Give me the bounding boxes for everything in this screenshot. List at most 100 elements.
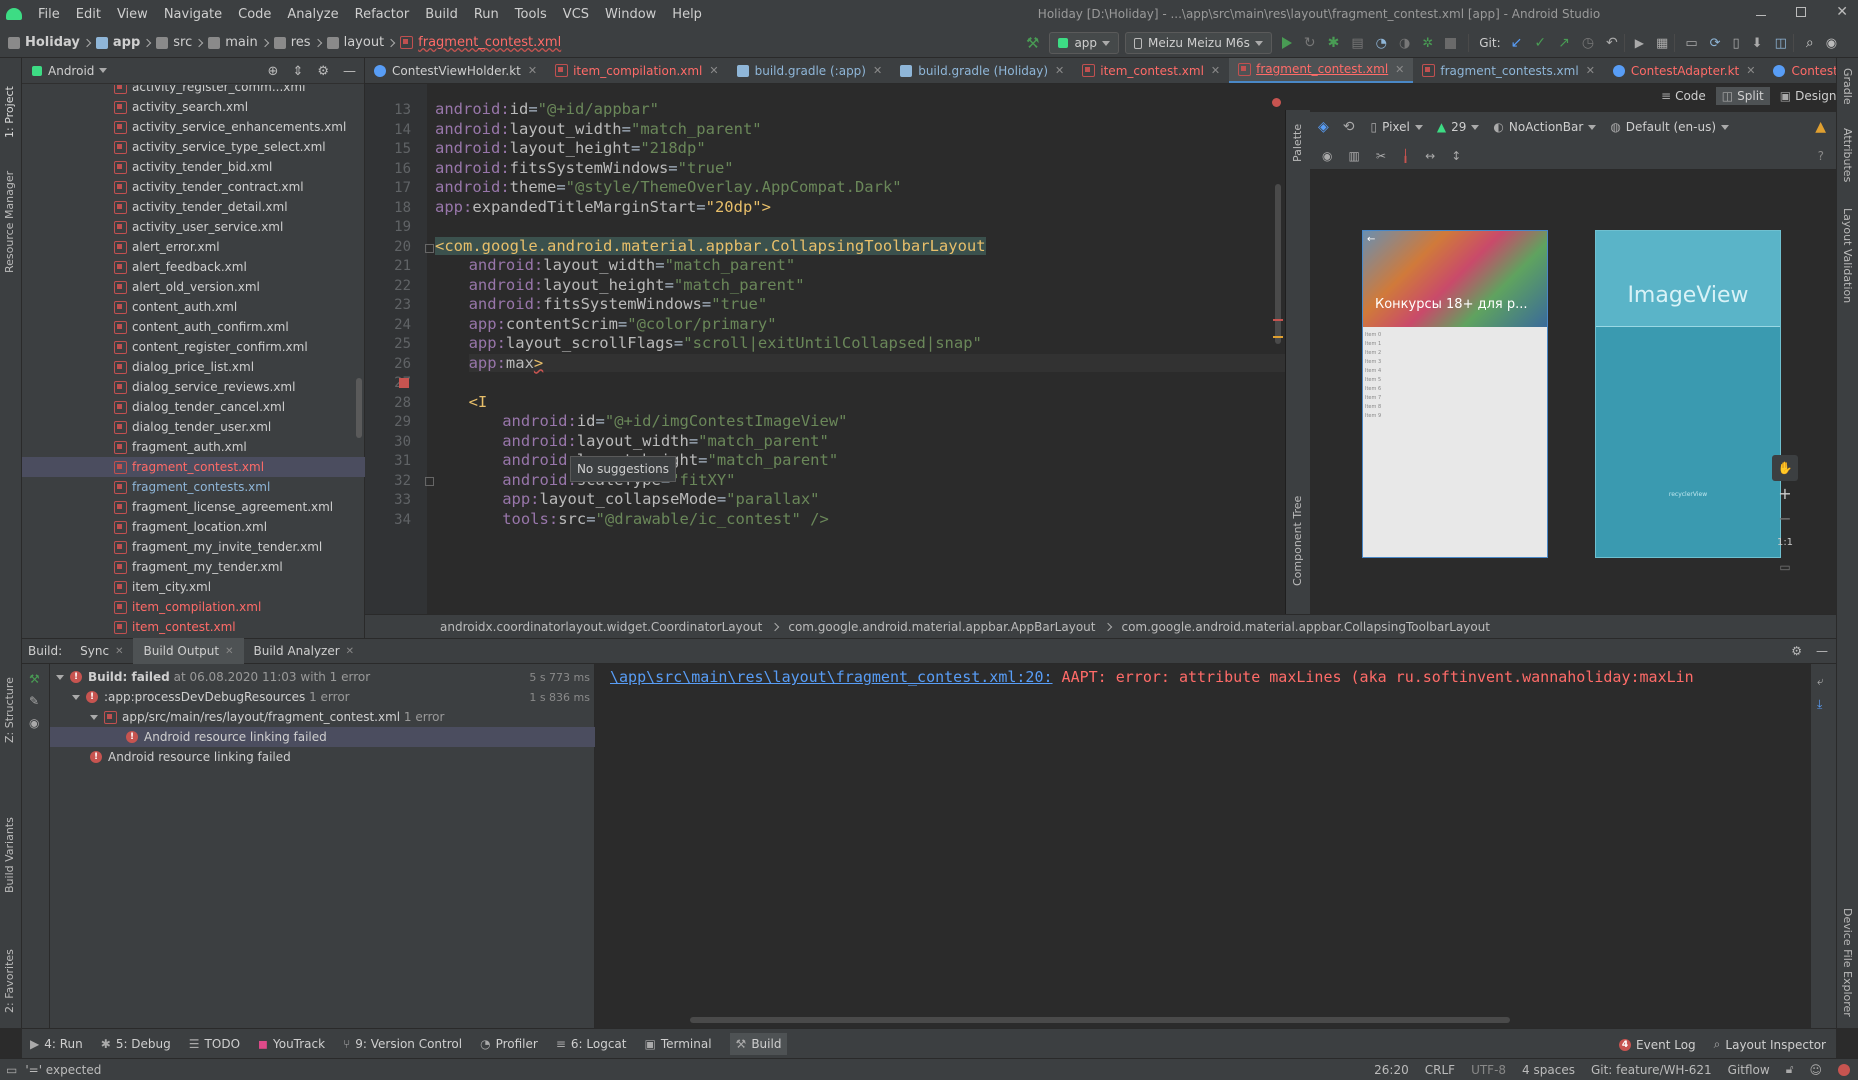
status-panel-icon[interactable]: ▭ [6,1063,17,1077]
file-tree-item[interactable]: dialog_tender_cancel.xml [22,397,365,417]
line-separator[interactable]: CRLF [1425,1063,1455,1077]
git-commit-icon[interactable]: ✓ [1534,35,1546,51]
split-mode-button[interactable]: ◫ Split [1715,87,1770,105]
file-tree-item[interactable]: content_auth_confirm.xml [22,317,365,337]
history-icon[interactable]: ◷ [1582,35,1594,51]
git-push-icon[interactable]: ↗ [1558,35,1570,51]
attributes-tool-button[interactable]: Attributes [1841,128,1854,182]
git-branch[interactable]: Git: feature/WH-621 [1591,1063,1712,1077]
file-tree-item[interactable]: dialog_service_reviews.xml [22,377,365,397]
build-output-console[interactable]: \app\src\main\res\layout\fragment_contes… [595,664,1811,1028]
profile-icon[interactable]: ◔ [1376,36,1387,51]
file-tree-item[interactable]: activity_register_comm...xml [22,85,365,97]
breadcrumb-holiday[interactable]: Holiday [25,35,80,50]
terminal-tool-button[interactable]: ▣ Terminal [644,1037,711,1051]
build-file-row[interactable]: app/src/main/res/layout/fragment_contest… [50,707,590,727]
close-tab-icon[interactable]: ✕ [346,646,354,657]
structure-tool-button[interactable]: Z: Structure [3,677,16,743]
stop-icon[interactable] [1445,37,1457,49]
coverage-icon[interactable]: ◑ [1399,36,1410,51]
gitflow-widget[interactable]: Gitflow [1728,1063,1770,1077]
layout-validation-tool-button[interactable]: Layout Validation [1841,208,1854,303]
debug-tool-button[interactable]: ✱ 5: Debug [101,1037,171,1051]
eye-icon[interactable]: ◉ [1322,149,1332,163]
gradle-tool-button[interactable]: Gradle [1841,68,1854,105]
menu-edit[interactable]: Edit [68,7,109,22]
tab-build-gradle-app[interactable]: build.gradle (:app) ✕ [728,58,892,83]
menu-window[interactable]: Window [597,7,664,22]
maximize-icon[interactable] [1796,7,1807,17]
apply-changes-icon[interactable]: ↻ [1304,35,1316,51]
run-icon[interactable] [1281,37,1292,49]
output-hscrollbar[interactable] [690,1017,1510,1023]
git-update-icon[interactable]: ↙ [1511,35,1523,51]
tab-contestfragment[interactable]: ContestFragment.kt✕ [1764,58,1836,83]
tab-build-analyzer[interactable]: Build Analyzer ✕ [244,638,365,664]
zoom-fit-icon[interactable]: ▭ [1772,555,1798,579]
close-tab-icon[interactable]: ✕ [1746,64,1755,77]
notifications-icon[interactable]: ◉ [1826,36,1837,51]
tab-sync[interactable]: Sync ✕ [70,638,133,664]
close-icon[interactable]: ✕ [1836,5,1848,19]
file-tree-item[interactable]: activity_tender_contract.xml [22,177,365,197]
locate-icon[interactable]: ⊕ [268,64,279,79]
device-file-explorer-tool-button[interactable]: Device File Explorer [1841,908,1854,1017]
close-tab-icon[interactable]: ✕ [873,64,882,77]
breadcrumb-app[interactable]: app [113,35,140,50]
file-tree-item[interactable]: item_contest.xml [22,617,365,637]
pin-icon[interactable]: ✎ [29,694,49,708]
minimize-icon[interactable] [1756,14,1767,16]
attach-debugger-icon[interactable]: ▤ [1351,36,1363,51]
file-tree-item[interactable]: activity_service_type_select.xml [22,137,365,157]
file-tree-item[interactable]: item_city.xml [22,577,365,597]
resource-manager-tool-button[interactable]: Resource Manager [3,171,16,273]
close-tab-icon[interactable]: ✕ [1395,63,1404,76]
guidelines-icon[interactable]: ╽ [1402,149,1409,163]
youtrack-tool-button[interactable]: ◼ YouTrack [258,1037,325,1051]
project-view-select[interactable]: Android [48,64,94,78]
device-preview-select[interactable]: ▯ Pixel [1371,120,1423,134]
tab-item-compilation[interactable]: item_compilation.xml ✕ [546,58,728,83]
file-tree-item[interactable]: fragment_my_tender.xml [22,557,365,577]
run-anything-icon[interactable]: ▶ [1635,36,1644,50]
pack-vertical-icon[interactable]: ↕ [1451,149,1461,163]
tab-item-contest[interactable]: item_contest.xml ✕ [1073,58,1229,83]
warning-icon[interactable]: ▲ [1815,119,1826,135]
error-file-link[interactable]: \app\src\main\res\layout\fragment_contes… [610,668,1053,686]
palette-tool-button[interactable]: Palette [1291,124,1304,162]
collapse-all-icon[interactable]: ⇕ [292,64,303,79]
build-status-row[interactable]: ! Build: failed at 06.08.2020 11:03 with… [50,667,590,687]
caret-position[interactable]: 26:20 [1374,1063,1409,1077]
layout-inspector-icon[interactable]: ▭ [1685,36,1697,51]
breakpoint-icon[interactable] [399,378,409,388]
tab-build-output[interactable]: Build Output ✕ [133,638,244,664]
file-tree-item[interactable]: activity_tender_detail.xml [22,197,365,217]
file-tree-item[interactable]: item_compilation.xml [22,597,365,617]
path-appbarlayout[interactable]: com.google.android.material.appbar.AppBa… [788,620,1095,634]
rebuild-icon[interactable]: ⚒ [29,672,49,686]
tab-fragment-contests[interactable]: fragment_contests.xml ✕ [1413,58,1604,83]
breadcrumb-res[interactable]: res [291,35,311,50]
inspector-icon[interactable]: ☺ [1809,1063,1822,1077]
expand-icon[interactable] [72,694,80,700]
soft-wrap-icon[interactable]: ⤶ [1817,674,1836,689]
breadcrumb-layout[interactable]: layout [344,35,385,50]
logcat-tool-button[interactable]: ≡ 6: Logcat [556,1037,627,1051]
blueprint-icon[interactable]: ▥ [1348,149,1359,163]
close-tab-icon[interactable]: ✕ [1586,64,1595,77]
expand-icon[interactable] [90,714,98,720]
gear-icon[interactable]: ⚙ [317,64,329,79]
build-tool-button[interactable]: ⚒ Build [729,1032,788,1055]
design-mode-button[interactable]: ▣ Design [1774,87,1843,105]
file-tree-item[interactable]: alert_feedback.xml [22,257,365,277]
indent-setting[interactable]: 4 spaces [1522,1063,1575,1077]
menu-tools[interactable]: Tools [507,7,555,22]
file-tree-item[interactable]: fragment_auth.xml [22,437,365,457]
menu-run[interactable]: Run [466,7,507,22]
menu-file[interactable]: File [30,7,68,22]
zoom-actual-button[interactable]: 1:1 [1772,531,1798,555]
run-config-select[interactable]: app [1049,32,1120,54]
file-encoding[interactable]: UTF-8 [1471,1063,1506,1077]
project-tool-button[interactable]: 1: Project [3,86,16,138]
file-tree-item[interactable]: alert_old_version.xml [22,277,365,297]
